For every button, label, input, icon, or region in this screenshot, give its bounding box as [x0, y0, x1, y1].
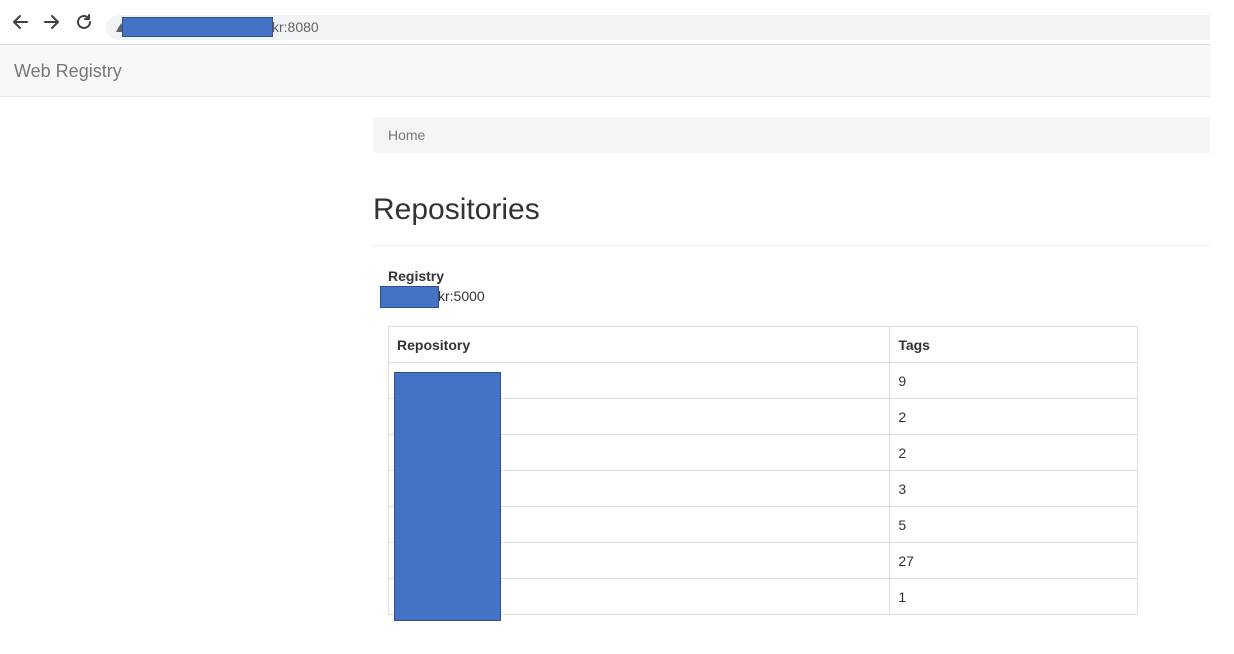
browser-toolbar: kr:8080 — [0, 0, 1210, 45]
breadcrumb: Home — [373, 117, 1210, 153]
redacted-registry-host — [380, 286, 439, 308]
browser-viewport: kr:8080 Web Registry Home Repositories R… — [0, 0, 1210, 654]
navbar: Web Registry — [0, 45, 1210, 97]
registry-label: Registry — [388, 268, 445, 284]
page-title: Repositories — [373, 193, 540, 226]
tags-cell: 9 — [889, 362, 1138, 399]
tags-cell: 2 — [889, 434, 1138, 471]
redacted-host — [122, 17, 273, 37]
tags-cell: 1 — [889, 578, 1138, 615]
tags-cell: 3 — [889, 470, 1138, 507]
address-bar-url: kr:8080 — [272, 19, 319, 35]
breadcrumb-item-home: Home — [388, 127, 426, 143]
reload-icon[interactable] — [74, 12, 94, 32]
column-header-tags[interactable]: Tags — [889, 326, 1138, 363]
column-header-repository[interactable]: Repository — [387, 326, 891, 363]
table-header-row: Repository Tags — [387, 326, 1138, 363]
tags-cell: 5 — [889, 506, 1138, 543]
back-arrow-icon[interactable] — [10, 12, 30, 32]
tags-cell: 2 — [889, 398, 1138, 435]
address-bar[interactable]: kr:8080 — [106, 15, 1210, 40]
page-header-divider — [373, 245, 1210, 246]
registry-host: kr:5000 — [438, 288, 485, 304]
redacted-repository-names — [394, 372, 501, 621]
navbar-brand[interactable]: Web Registry — [14, 60, 122, 82]
tags-cell: 27 — [889, 542, 1138, 579]
forward-arrow-icon[interactable] — [42, 12, 62, 32]
